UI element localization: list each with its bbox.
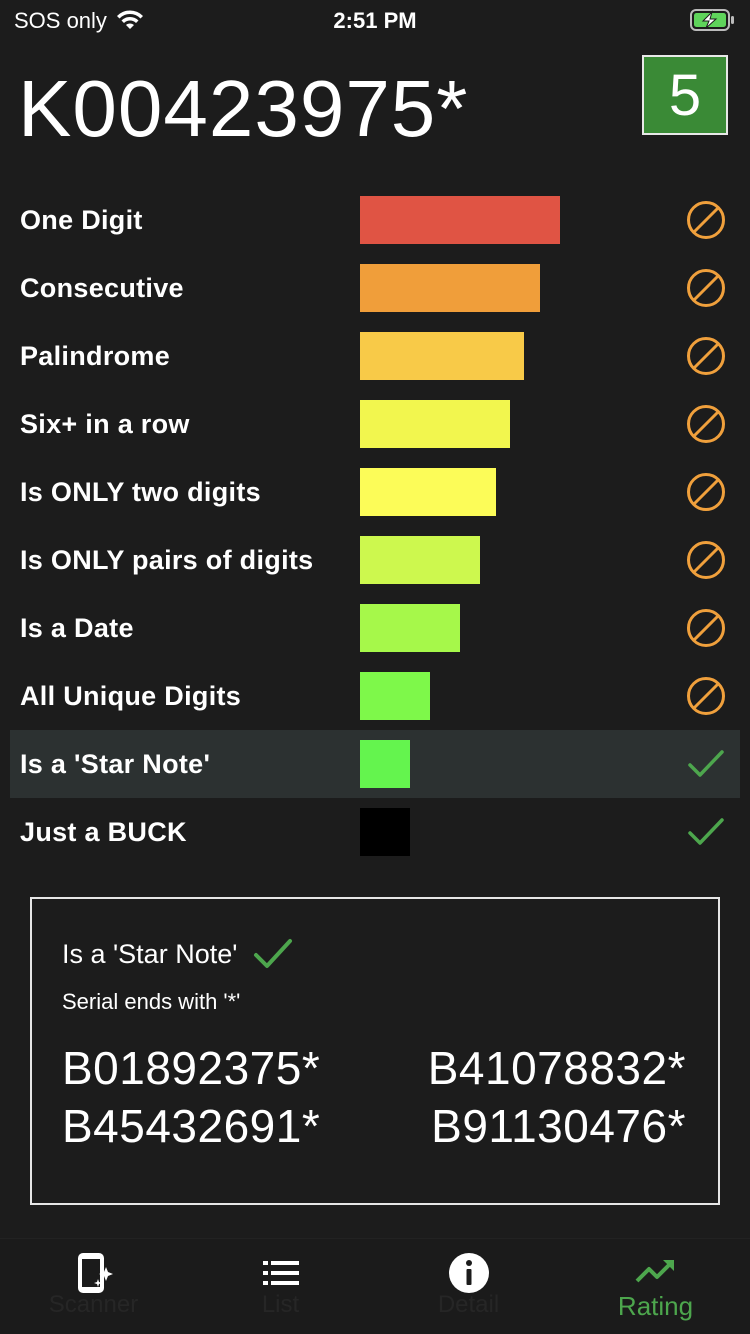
criterion-label: Consecutive xyxy=(20,272,184,303)
criterion-label: Six+ in a row xyxy=(20,408,190,439)
prohibited-icon xyxy=(687,405,725,443)
detail-card: Is a 'Star Note' Serial ends with '*' B0… xyxy=(30,897,720,1205)
criterion-row[interactable]: Is a Date xyxy=(10,594,740,662)
tab-rating-label: Rating xyxy=(617,1291,694,1321)
criterion-row[interactable]: Consecutive xyxy=(10,254,740,322)
criterion-row[interactable]: Palindrome xyxy=(10,322,740,390)
status-bar: SOS only 2:51 PM xyxy=(0,0,750,40)
checkmark-icon xyxy=(254,939,293,968)
tab-rating[interactable]: Rating xyxy=(562,1239,749,1334)
tab-list[interactable]: List xyxy=(187,1239,374,1334)
example-serial: B45432691* xyxy=(62,1100,321,1152)
tab-scanner-label: Scanner xyxy=(48,1291,139,1318)
criterion-bar xyxy=(360,264,540,312)
prohibited-icon xyxy=(687,201,725,239)
prohibited-icon xyxy=(687,473,725,511)
criterion-row[interactable]: Six+ in a row xyxy=(10,390,740,458)
scanner-icon xyxy=(77,1253,113,1293)
detail-title-text: Is a 'Star Note' xyxy=(62,938,238,969)
criterion-label: Palindrome xyxy=(20,340,171,371)
prohibited-icon xyxy=(687,269,725,307)
tab-scanner[interactable]: Scanner xyxy=(0,1239,187,1334)
criterion-bar xyxy=(360,196,560,244)
criterion-row[interactable]: Is ONLY pairs of digits xyxy=(10,526,740,594)
clock: 2:51 PM xyxy=(333,8,417,33)
criterion-label: Is ONLY pairs of digits xyxy=(20,544,314,575)
tab-detail[interactable]: Detail xyxy=(375,1239,562,1334)
trending-up-icon xyxy=(635,1260,674,1283)
tab-list-label: List xyxy=(261,1291,300,1318)
score-badge: 5 xyxy=(642,55,728,135)
criterion-label: Is ONLY two digits xyxy=(20,476,261,507)
criteria-list: One Digit Consecutive Palindrome Six+ in a … xyxy=(10,186,740,866)
checkmark-icon xyxy=(688,750,724,777)
criterion-row[interactable]: All Unique Digits xyxy=(10,662,740,730)
criterion-label: All Unique Digits xyxy=(20,680,242,711)
criterion-bar xyxy=(360,400,510,448)
criterion-bar xyxy=(360,468,496,516)
detail-description: Serial ends with '*' xyxy=(62,989,241,1014)
criterion-bar xyxy=(360,740,410,788)
criterion-label: One Digit xyxy=(20,204,143,235)
example-serial: B01892375* xyxy=(62,1042,321,1094)
criterion-label: Is a Date xyxy=(20,612,134,643)
checkmark-icon xyxy=(688,818,724,845)
prohibited-icon xyxy=(687,677,725,715)
criterion-bar xyxy=(360,332,524,380)
criterion-row[interactable]: One Digit xyxy=(10,186,740,254)
detail-title: Is a 'Star Note' xyxy=(62,937,293,971)
criterion-bar xyxy=(360,536,480,584)
tab-bar: Scanner List Detail Rating xyxy=(0,1238,750,1334)
criterion-bar xyxy=(360,604,460,652)
criterion-bar xyxy=(360,672,430,720)
info-icon xyxy=(448,1253,489,1293)
list-icon xyxy=(262,1261,299,1285)
prohibited-icon xyxy=(687,337,725,375)
criterion-row[interactable]: Is ONLY two digits xyxy=(10,458,740,526)
prohibited-icon xyxy=(687,609,725,647)
tab-detail-label: Detail xyxy=(437,1291,500,1318)
prohibited-icon xyxy=(687,541,725,579)
criterion-row[interactable]: Just a BUCK xyxy=(10,798,740,866)
criterion-bar xyxy=(360,808,410,856)
battery-charging-icon xyxy=(690,9,734,31)
criterion-label: Is a 'Star Note' xyxy=(20,748,211,779)
criterion-row[interactable]: Is a 'Star Note' xyxy=(10,730,740,798)
example-serial: B91130476* xyxy=(431,1100,686,1152)
criterion-label: Just a BUCK xyxy=(20,816,187,847)
serial-number-title: K00423975* xyxy=(18,64,469,153)
example-serial: B41078832* xyxy=(427,1042,686,1094)
